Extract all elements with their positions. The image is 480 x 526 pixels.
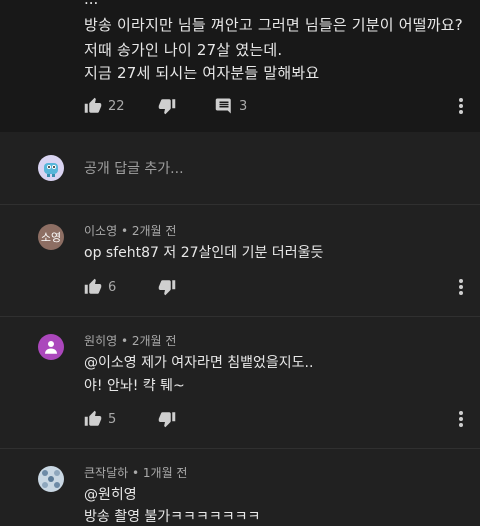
person-icon	[45, 341, 57, 354]
thumbs-down-icon	[158, 278, 176, 296]
comment-line: 지금 27세 되시는 여자분들 말해봐요	[84, 64, 320, 82]
meta-separator: •	[117, 334, 132, 348]
comment-time: 1개월 전	[142, 466, 188, 480]
comment-meta: 큰작달하 • 1개월 전	[84, 464, 187, 481]
comment-line: 방송 촬영 불가ㅋㅋㅋㅋㅋㅋㅋ	[84, 509, 261, 525]
comment-icon	[215, 97, 233, 115]
dislike-button[interactable]	[158, 92, 176, 120]
like-count: 6	[108, 279, 117, 295]
meta-separator: •	[117, 224, 132, 238]
avatar[interactable]	[38, 334, 64, 360]
pattern-avatar-icon	[42, 470, 60, 488]
author-name[interactable]: 원히영	[84, 334, 117, 348]
thumbs-up-icon	[84, 97, 102, 115]
reply-count-button[interactable]: 3	[215, 92, 247, 120]
author-name[interactable]: 이소영	[84, 224, 117, 238]
comment-cut-line: ...	[84, 0, 98, 8]
highlighted-comment: ... 방송 이라지만 님들 껴안고 그러면 님들은 기분이 어떨까요? 저때 …	[0, 0, 480, 132]
comment-line: @이소영 제가 여자라면 침뱉었을지도..	[84, 355, 314, 371]
comment-line: 방송 이라지만 님들 껴안고 그러면 님들은 기분이 어떨까요?	[84, 16, 463, 34]
comment-line: @원히영	[84, 487, 137, 503]
comment-meta: 이소영 • 2개월 전	[84, 222, 176, 239]
reply-count: 3	[239, 98, 248, 114]
divider	[0, 316, 480, 317]
comment-actions: 5	[0, 405, 480, 433]
more-vert-icon	[458, 410, 464, 428]
comment-time: 2개월 전	[131, 224, 177, 238]
more-options-button[interactable]	[458, 405, 464, 433]
comment-line: op sfeht87 저 27살인데 기분 더러울듯	[84, 245, 324, 261]
like-button[interactable]: 5	[84, 405, 116, 433]
like-button[interactable]: 22	[84, 92, 125, 120]
like-button[interactable]: 6	[84, 273, 116, 301]
dislike-button[interactable]	[158, 405, 176, 433]
dislike-button[interactable]	[158, 273, 176, 301]
meta-separator: •	[128, 466, 143, 480]
thumbs-up-icon	[84, 410, 102, 428]
thumbs-down-icon	[158, 97, 176, 115]
comment-actions: 6	[0, 273, 480, 301]
divider	[0, 204, 480, 205]
more-options-button[interactable]	[458, 273, 464, 301]
thumbs-down-icon	[158, 410, 176, 428]
thumbs-up-icon	[84, 278, 102, 296]
more-vert-icon	[458, 278, 464, 296]
author-name[interactable]: 큰작달하	[84, 466, 128, 480]
comment-actions: 22 3	[0, 92, 480, 120]
public-reply-input[interactable]: 공개 답글 추가...	[84, 158, 184, 178]
comment-line: 저때 송가인 나이 27살 였는데.	[84, 41, 283, 59]
divider	[0, 448, 480, 449]
avatar[interactable]	[38, 466, 64, 492]
comment-line: 야! 안놔! 캭 퉤~	[84, 378, 185, 394]
like-count: 5	[108, 411, 117, 427]
current-user-avatar	[38, 155, 64, 181]
comment-time: 2개월 전	[131, 334, 177, 348]
more-vert-icon	[458, 97, 464, 115]
like-count: 22	[108, 98, 125, 114]
comment-meta: 원히영 • 2개월 전	[84, 332, 176, 349]
avatar[interactable]: 소영	[38, 224, 64, 250]
more-options-button[interactable]	[458, 92, 464, 120]
